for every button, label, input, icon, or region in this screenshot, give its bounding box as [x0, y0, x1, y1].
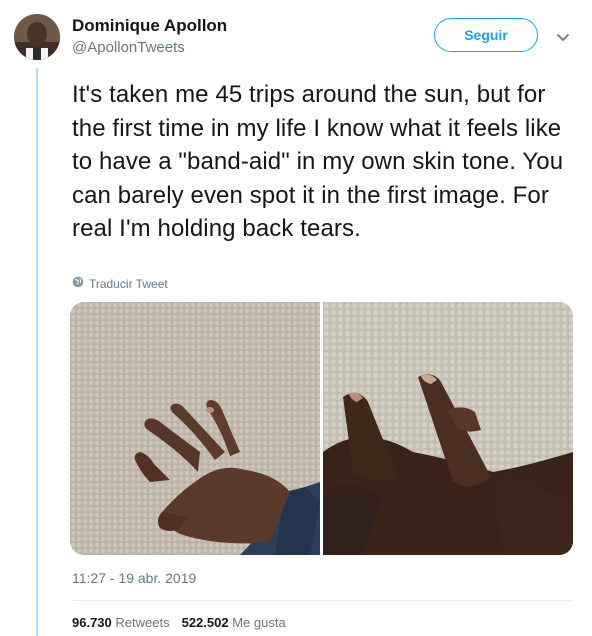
translate-tweet-link[interactable]: Traducir Tweet: [72, 276, 168, 291]
retweets-stat[interactable]: 96.730 Retweets: [72, 615, 170, 630]
tweet-timestamp[interactable]: 11:27 - 19 abr. 2019: [72, 570, 196, 586]
avatar[interactable]: [14, 14, 60, 60]
avatar-image: [14, 14, 60, 60]
author-display-name[interactable]: Dominique Apollon: [72, 16, 227, 36]
follow-button[interactable]: Seguir: [434, 18, 538, 52]
stats-divider: [72, 600, 572, 601]
likes-count: 522.502: [181, 615, 229, 630]
tweet-author[interactable]: Dominique Apollon @ApollonTweets: [72, 16, 227, 58]
retweets-count: 96.730: [72, 615, 112, 630]
likes-label: Me gusta: [232, 615, 286, 630]
thread-line: [36, 68, 38, 636]
photo-finger-bandaid[interactable]: [323, 302, 573, 555]
tweet-stats: 96.730 Retweets 522.502 Me gusta: [72, 615, 286, 630]
author-handle[interactable]: @ApollonTweets: [72, 38, 227, 58]
chevron-down-icon[interactable]: [556, 30, 570, 41]
photo-hand-carpet[interactable]: [70, 302, 320, 555]
tweet-text: It's taken me 45 trips around the sun, b…: [72, 81, 564, 242]
retweets-label: Retweets: [115, 615, 170, 630]
translate-label: Traducir Tweet: [89, 276, 168, 291]
globe-icon: [72, 276, 84, 291]
media-gallery: [70, 302, 573, 555]
likes-stat[interactable]: 522.502 Me gusta: [182, 615, 286, 630]
